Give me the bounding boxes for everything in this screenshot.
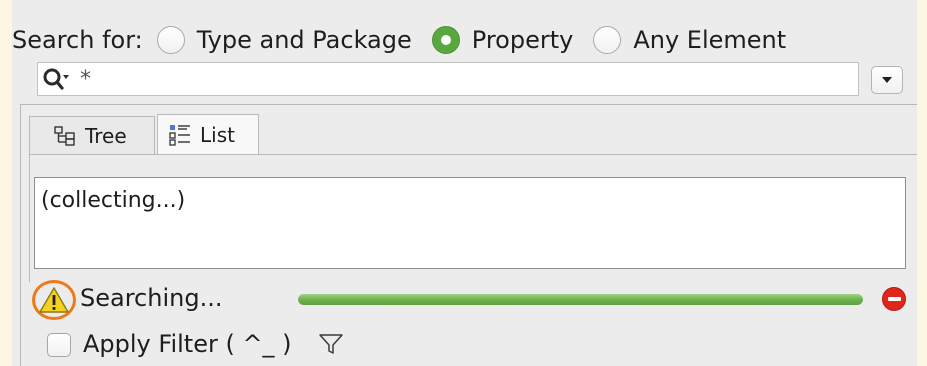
radio-button[interactable] bbox=[593, 26, 622, 54]
tab-label: List bbox=[200, 122, 235, 147]
tab-strip-divider bbox=[29, 154, 917, 155]
search-status-text: Searching... bbox=[80, 284, 223, 312]
tree-view-icon bbox=[53, 125, 77, 147]
radio-button-selected[interactable] bbox=[431, 26, 460, 54]
list-view-icon bbox=[168, 123, 192, 147]
radio-property[interactable]: Property bbox=[431, 26, 574, 54]
filter-icon[interactable] bbox=[318, 332, 344, 356]
search-history-dropdown[interactable] bbox=[871, 66, 903, 94]
radio-label: Property bbox=[471, 26, 574, 54]
search-for-label: Search for: bbox=[12, 26, 143, 54]
tab-list[interactable]: List bbox=[157, 114, 259, 154]
warning-icon[interactable] bbox=[38, 286, 70, 314]
search-field[interactable] bbox=[37, 62, 859, 96]
search-scope-row: Search for: Type and Package Property An… bbox=[12, 22, 806, 58]
radio-button[interactable] bbox=[156, 26, 185, 54]
results-list[interactable]: (collecting...) bbox=[34, 177, 906, 269]
tab-tree[interactable]: Tree bbox=[29, 116, 155, 154]
apply-filter-label[interactable]: Apply Filter ( ^_ ) bbox=[83, 330, 292, 358]
progress-fill bbox=[298, 294, 863, 305]
radio-label: Type and Package bbox=[196, 26, 412, 54]
search-icon[interactable] bbox=[42, 66, 76, 94]
search-input[interactable] bbox=[80, 66, 840, 92]
tab-label: Tree bbox=[85, 123, 127, 148]
radio-type-and-package[interactable]: Type and Package bbox=[156, 26, 412, 54]
radio-label: Any Element bbox=[633, 26, 787, 54]
radio-any-element[interactable]: Any Element bbox=[593, 26, 786, 54]
results-status-text: (collecting...) bbox=[41, 188, 186, 213]
stop-icon bbox=[887, 297, 901, 301]
chevron-down-icon bbox=[882, 77, 892, 83]
apply-filter-checkbox[interactable] bbox=[47, 333, 71, 357]
search-progress-bar bbox=[298, 294, 863, 305]
stop-search-button[interactable] bbox=[882, 287, 906, 311]
